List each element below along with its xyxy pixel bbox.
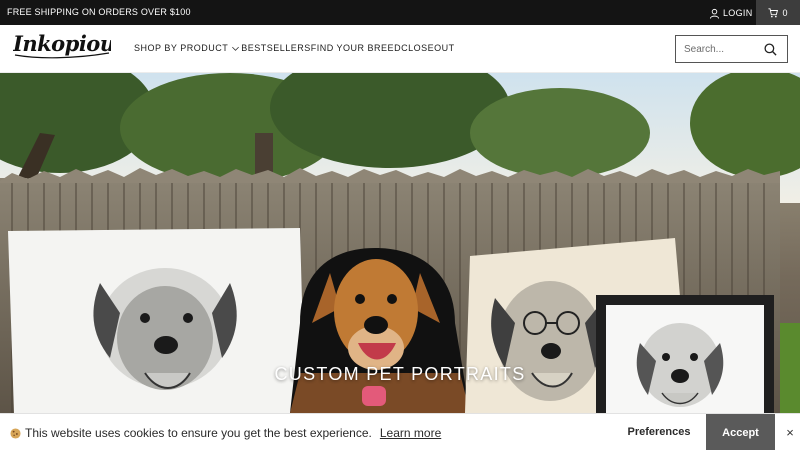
cookie-message-row: This website uses cookies to ensure you … — [10, 426, 441, 440]
learn-more-link[interactable]: Learn more — [380, 426, 441, 440]
chevron-down-icon — [232, 46, 240, 51]
cart-button[interactable]: 0 — [756, 0, 800, 25]
site-header: Inkopious SHOP BY PRODUCT BESTSELLERS FI… — [0, 25, 800, 73]
logo-text: Inkopious — [13, 31, 111, 56]
nav-label: SHOP BY PRODUCT — [134, 43, 229, 53]
login-label: LOGIN — [723, 8, 753, 18]
search-icon[interactable] — [764, 43, 777, 56]
cart-icon — [768, 7, 779, 17]
nav-label: CLOSEOUT — [401, 43, 455, 53]
login-link[interactable]: LOGIN — [709, 5, 753, 21]
nav-shop-by-product[interactable]: SHOP BY PRODUCT — [134, 43, 241, 53]
nav-label: FIND YOUR BREED — [310, 43, 402, 53]
brand-logo[interactable]: Inkopious — [12, 29, 127, 63]
cookie-message: This website uses cookies to ensure you … — [25, 426, 372, 440]
search-input[interactable] — [684, 43, 764, 55]
announcement-bar: FREE SHIPPING ON ORDERS OVER $100 LOGIN … — [0, 0, 800, 25]
main-nav: SHOP BY PRODUCT BESTSELLERS FIND YOUR BR… — [134, 43, 455, 53]
close-icon[interactable]: × — [783, 425, 797, 440]
accept-button[interactable]: Accept — [706, 414, 775, 450]
nav-bestsellers[interactable]: BESTSELLERS — [241, 43, 311, 53]
user-icon — [709, 8, 720, 19]
hero-image — [0, 73, 800, 413]
hero-title: CUSTOM PET PORTRAITS — [274, 364, 526, 384]
announcement-text: FREE SHIPPING ON ORDERS OVER $100 — [7, 7, 191, 17]
hero-banner[interactable]: CUSTOM PET PORTRAITS — [0, 73, 800, 413]
nav-label: BESTSELLERS — [241, 43, 311, 53]
nav-find-your-breed[interactable]: FIND YOUR BREED — [311, 43, 401, 53]
cookie-icon — [10, 427, 21, 439]
nav-closeout[interactable]: CLOSEOUT — [401, 43, 455, 53]
logo-wordmark: Inkopious — [12, 31, 127, 59]
cookie-banner: This website uses cookies to ensure you … — [0, 413, 800, 450]
cart-count: 0 — [782, 7, 788, 18]
search-box — [675, 35, 788, 63]
preferences-button[interactable]: Preferences — [612, 414, 706, 450]
